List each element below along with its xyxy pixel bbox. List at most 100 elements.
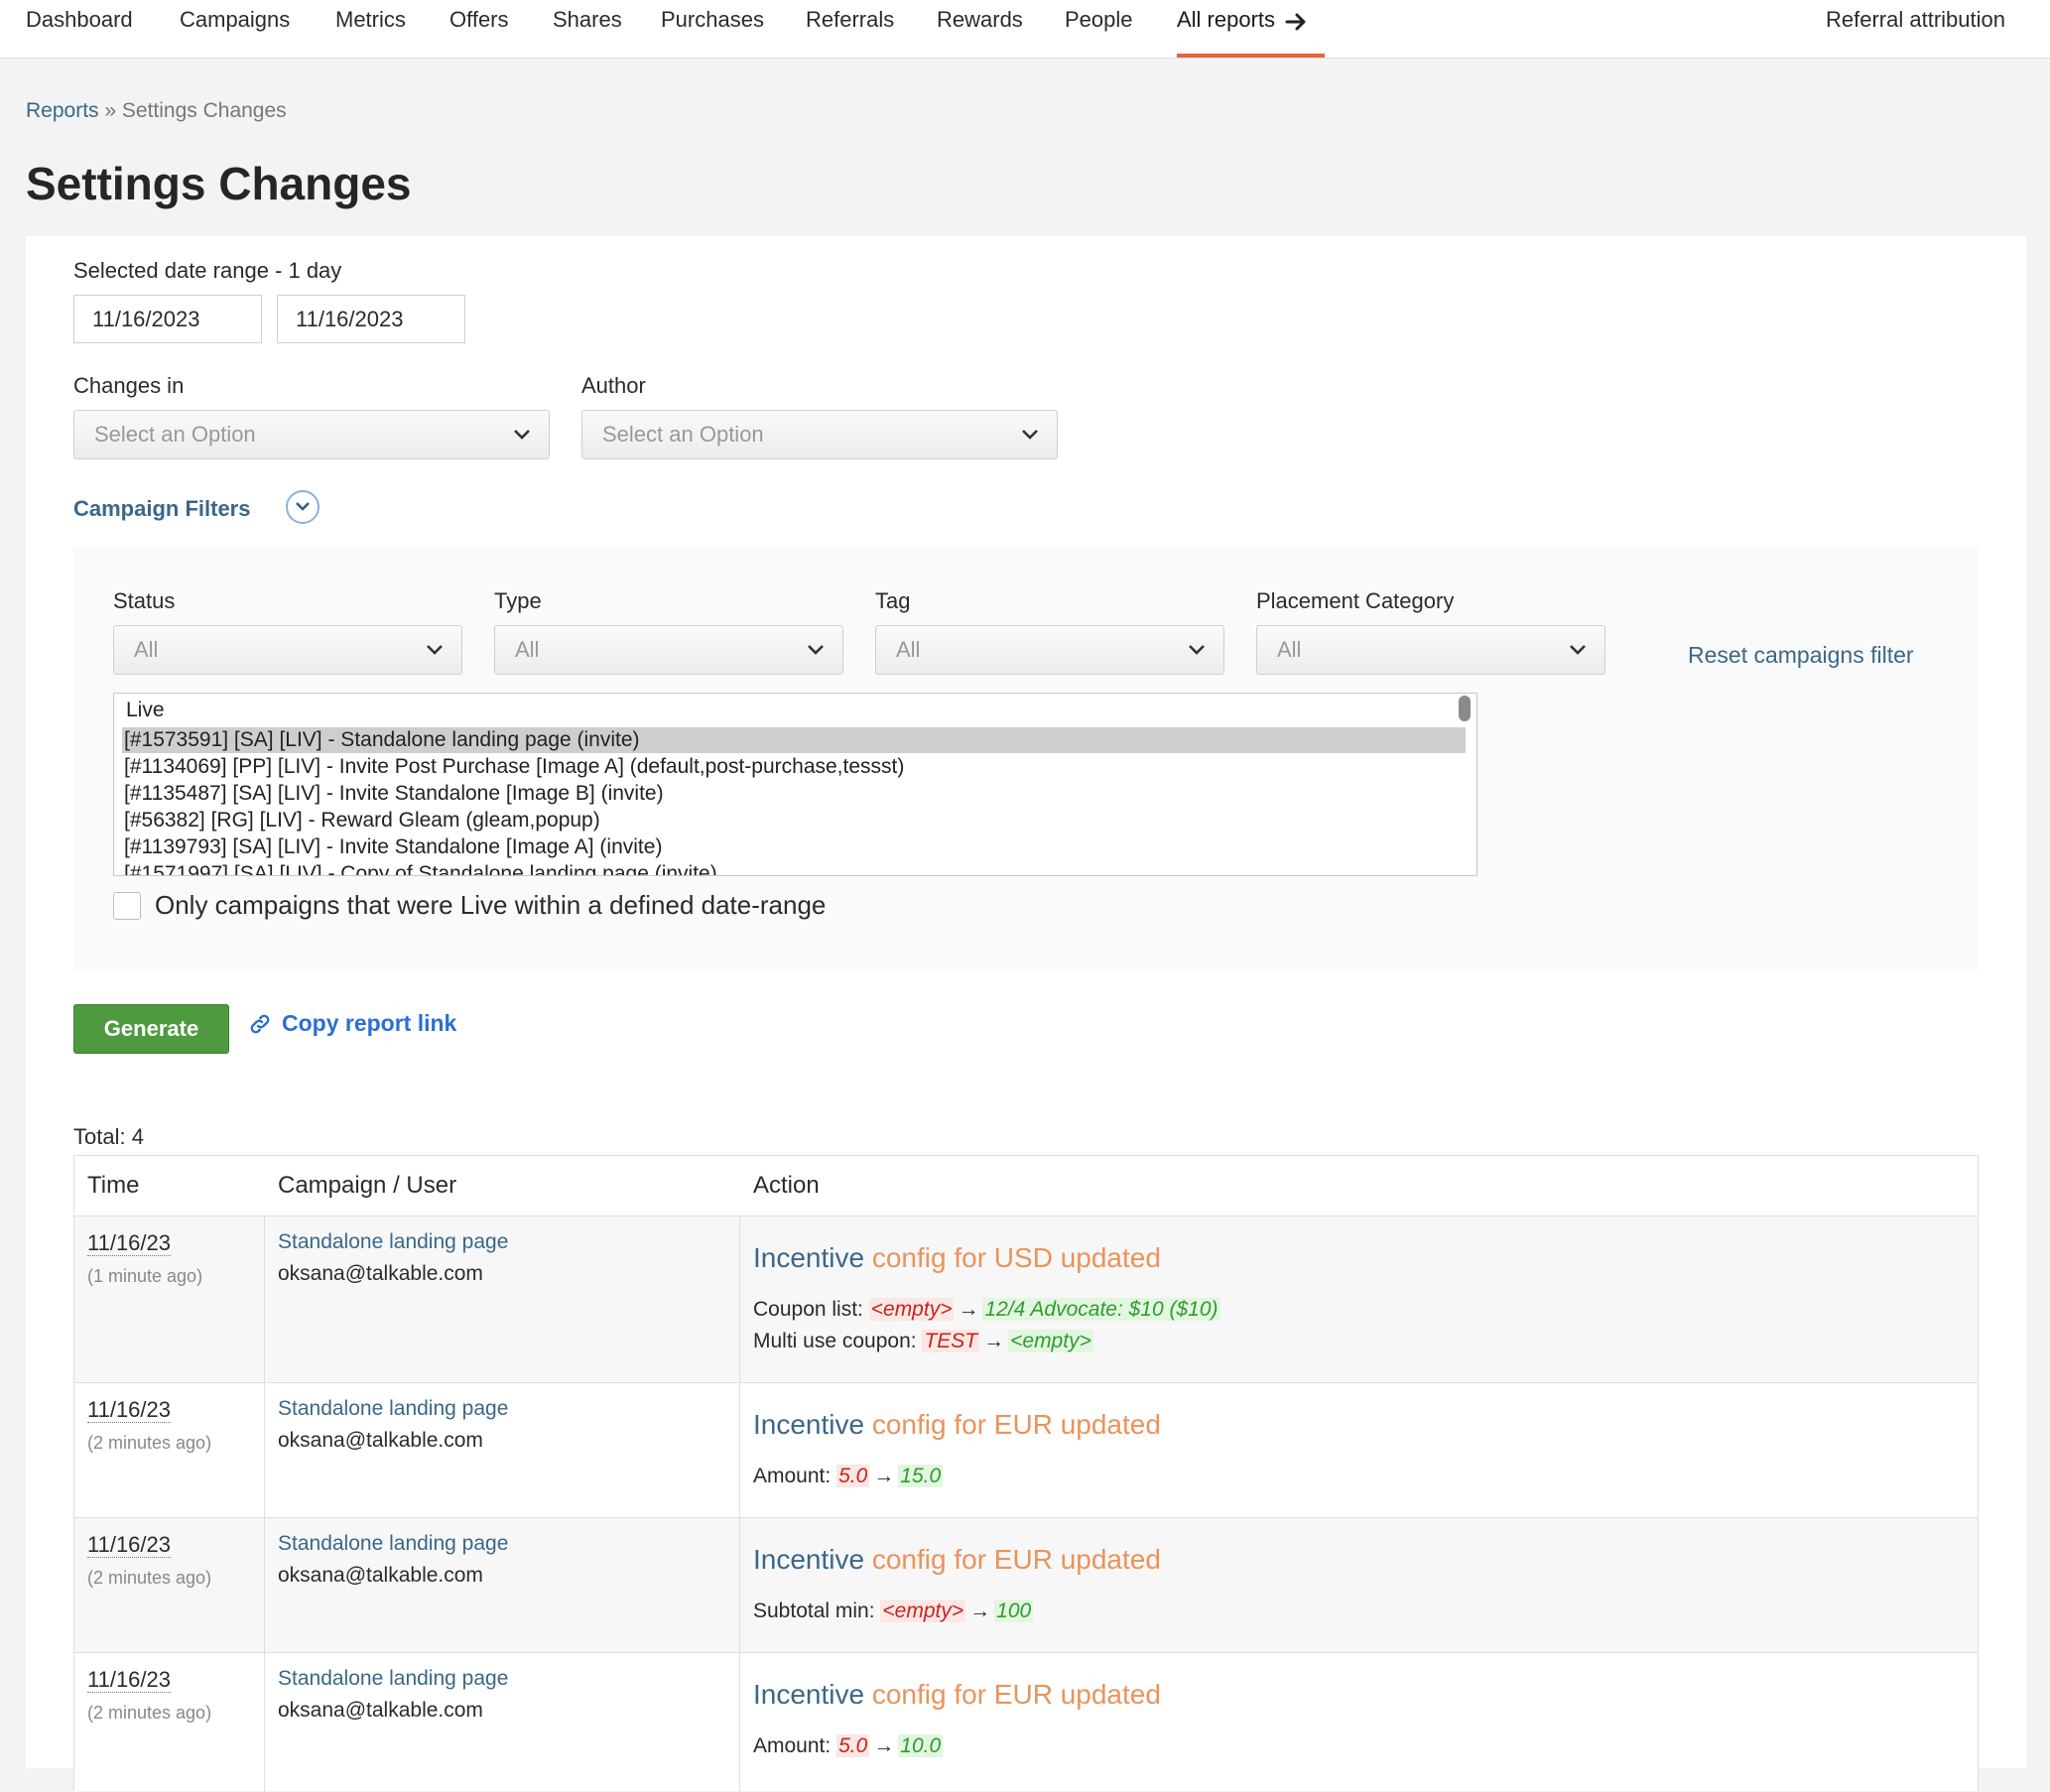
live-only-checkbox[interactable] (113, 892, 141, 920)
old-value: 5.0 (836, 1734, 870, 1757)
user-email: oksana@talkable.com (278, 1429, 483, 1452)
table-row: 11/16/23 (2 minutes ago) Standalone land… (74, 1652, 1978, 1792)
change-arrow: → (873, 1465, 895, 1487)
changes-in-select[interactable]: Select an Option (73, 410, 550, 459)
type-select[interactable]: All (494, 625, 843, 675)
nav-all-reports[interactable]: All reports (1177, 0, 1307, 58)
tag-value: All (896, 637, 921, 662)
nav-dashboard[interactable]: Dashboard (26, 0, 133, 58)
nav-referrals[interactable]: Referrals (806, 0, 894, 58)
tag-select[interactable]: All (875, 625, 1224, 675)
action-title: Incentive config for EUR updated (753, 1409, 1161, 1441)
campaign-option[interactable]: [#1571997] [SA] [LIV] - Copy of Standalo… (122, 861, 1466, 875)
arrow-right-icon (1285, 13, 1306, 31)
campaign-option[interactable]: [#1134069] [PP] [LIV] - Invite Post Purc… (122, 754, 1466, 780)
old-value: 5.0 (836, 1465, 870, 1487)
expand-chevron-icon[interactable] (286, 490, 320, 524)
new-value: 15.0 (898, 1465, 944, 1487)
nav-people[interactable]: People (1065, 0, 1133, 58)
campaign-filters-toggle[interactable]: Campaign Filters (73, 496, 250, 522)
action-title: Incentive config for EUR updated (753, 1544, 1161, 1576)
table-row: 11/16/23 (2 minutes ago) Standalone land… (74, 1517, 1978, 1653)
placement-category-select[interactable]: All (1256, 625, 1605, 675)
nav-purchases[interactable]: Purchases (661, 0, 764, 58)
change-ago: (2 minutes ago) (87, 1703, 212, 1723)
generate-button[interactable]: Generate (73, 1004, 229, 1054)
time-cell: 11/16/23 (2 minutes ago) (87, 1532, 211, 1589)
listbox-scrollbar[interactable] (1459, 696, 1471, 721)
campaign-option[interactable]: [#1139793] [SA] [LIV] - Invite Standalon… (122, 834, 1466, 860)
campaign-user-cell: Standalone landing page oksana@talkable.… (278, 1230, 508, 1286)
change-line: Amount: 5.0 → 15.0 (753, 1465, 1161, 1488)
change-line: Coupon list: <empty> → 12/4 Advocate: $10 … (753, 1298, 1220, 1322)
type-label: Type (494, 588, 542, 613)
change-arrow: → (983, 1330, 1005, 1352)
change-arrow: → (873, 1734, 895, 1757)
chevron-down-icon (1189, 645, 1205, 655)
change-field: Coupon list: (753, 1298, 863, 1321)
status-select[interactable]: All (113, 625, 462, 675)
change-ago: (2 minutes ago) (87, 1433, 212, 1453)
placement-category-label: Placement Category (1256, 588, 1455, 613)
filter-card: Selected date range - 1 day 11/16/2023 1… (26, 236, 2026, 1075)
nav-rewards[interactable]: Rewards (937, 0, 1023, 58)
action-entity[interactable]: Incentive (753, 1409, 864, 1440)
action-description: config for EUR updated (871, 1409, 1161, 1440)
status-label: Status (113, 588, 176, 613)
campaign-link[interactable]: Standalone landing page (278, 1230, 508, 1254)
campaign-link[interactable]: Standalone landing page (278, 1532, 508, 1556)
time-cell: 11/16/23 (2 minutes ago) (87, 1397, 211, 1454)
action-entity[interactable]: Incentive (753, 1679, 864, 1710)
campaign-link[interactable]: Standalone landing page (278, 1397, 508, 1421)
link-icon (250, 1014, 270, 1034)
changes-table: Time Campaign / User Action 11/16/23 (1 … (73, 1155, 1979, 1792)
column-header-action: Action (753, 1172, 820, 1199)
date-from-input[interactable]: 11/16/2023 (73, 295, 262, 343)
breadcrumb-reports-link[interactable]: Reports (26, 99, 99, 122)
action-entity[interactable]: Incentive (753, 1242, 864, 1273)
action-description: config for EUR updated (871, 1679, 1161, 1710)
breadcrumb-separator: » (98, 99, 122, 122)
changes-in-label: Changes in (73, 373, 185, 398)
placement-category-value: All (1277, 637, 1302, 662)
table-row: 11/16/23 (2 minutes ago) Standalone land… (74, 1382, 1978, 1518)
time-cell: 11/16/23 (2 minutes ago) (87, 1667, 211, 1724)
campaign-option[interactable]: [#56382] [RG] [LIV] - Reward Gleam (glea… (122, 808, 1466, 833)
nav-offers[interactable]: Offers (449, 0, 509, 58)
change-field: Amount: (753, 1465, 832, 1487)
nav-referral-attribution[interactable]: Referral attribution (1826, 0, 2005, 58)
action-title: Incentive config for EUR updated (753, 1679, 1161, 1711)
copy-report-link[interactable]: Copy report link (248, 1010, 456, 1037)
new-value: <empty> (1008, 1330, 1093, 1352)
nav-metrics[interactable]: Metrics (335, 0, 406, 58)
old-value: <empty> (880, 1600, 966, 1622)
reset-campaigns-filter-link[interactable]: Reset campaigns filter (1688, 642, 1914, 669)
status-value: All (134, 637, 159, 662)
author-select[interactable]: Select an Option (581, 410, 1058, 459)
nav-campaigns[interactable]: Campaigns (180, 0, 290, 58)
change-arrow: → (969, 1600, 991, 1622)
campaign-user-cell: Standalone landing page oksana@talkable.… (278, 1667, 508, 1723)
table-row: 11/16/23 (1 minute ago) Standalone landi… (74, 1216, 1978, 1383)
change-line: Multi use coupon: TEST → <empty> (753, 1330, 1220, 1353)
campaign-option[interactable]: [#1573591] [SA] [LIV] - Standalone landi… (122, 727, 1466, 753)
date-to-input[interactable]: 11/16/2023 (277, 295, 465, 343)
action-cell: Incentive config for EUR updated Amount:… (753, 1409, 1161, 1488)
chevron-down-icon (427, 645, 443, 655)
top-nav: Dashboard Campaigns Metrics Offers Share… (0, 0, 2050, 59)
campaign-link[interactable]: Standalone landing page (278, 1667, 508, 1691)
change-date: 11/16/23 (87, 1532, 172, 1558)
chevron-down-icon (1570, 645, 1586, 655)
action-cell: Incentive config for EUR updated Subtota… (753, 1544, 1161, 1623)
campaign-listbox[interactable]: Live [#1573591] [SA] [LIV] - Standalone … (113, 693, 1477, 876)
action-entity[interactable]: Incentive (753, 1544, 864, 1575)
nav-shares[interactable]: Shares (553, 0, 622, 58)
campaign-user-cell: Standalone landing page oksana@talkable.… (278, 1532, 508, 1588)
action-description: config for USD updated (871, 1242, 1161, 1273)
campaign-option[interactable]: [#1135487] [SA] [LIV] - Invite Standalon… (122, 781, 1466, 807)
chevron-down-icon (1022, 430, 1038, 440)
new-value: 100 (994, 1600, 1034, 1622)
results-section: Total: 4 Time Campaign / User Action 11/… (26, 1075, 2026, 1792)
change-ago: (1 minute ago) (87, 1266, 203, 1286)
listbox-group-live: Live (126, 699, 165, 721)
